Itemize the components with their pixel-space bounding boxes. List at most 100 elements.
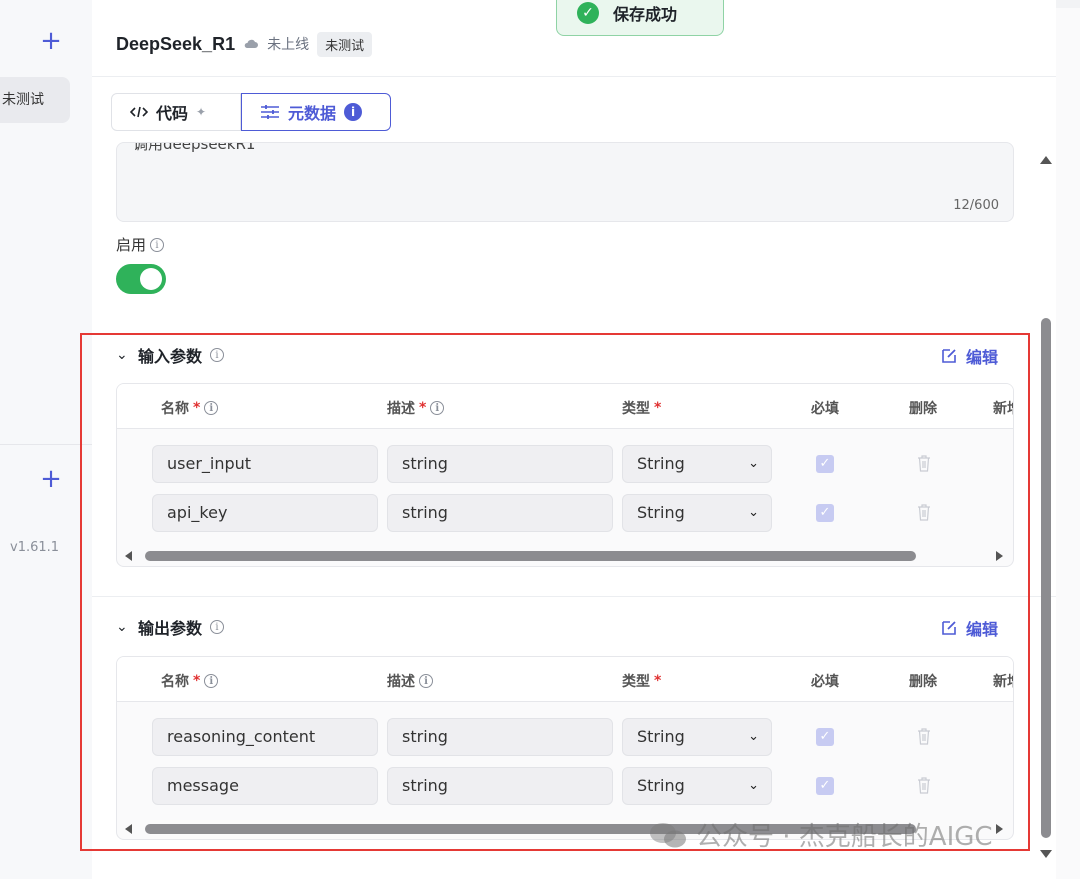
enable-toggle[interactable]	[116, 264, 166, 294]
col-add: 新增	[993, 674, 1013, 690]
description-text: 调用deepseekR1	[133, 142, 256, 153]
input-edit-label: 编辑	[966, 348, 999, 367]
table-row: user_input string String ⌄ ✓	[117, 439, 1013, 488]
output-params-title: 输出参数	[138, 619, 203, 638]
output-edit-button[interactable]: 编辑	[940, 616, 998, 640]
col-type: 类型 *	[622, 400, 662, 417]
trash-icon[interactable]	[917, 727, 931, 745]
char-count: 12/600	[953, 198, 999, 213]
col-delete: 删除	[909, 401, 937, 417]
enable-label-text: 启用	[116, 236, 147, 254]
col-required: 必填	[811, 401, 839, 417]
scroll-left-icon[interactable]	[125, 551, 132, 561]
table-row: api_key string String ⌄ ✓	[117, 488, 1013, 537]
check-circle-icon: ✓	[577, 2, 599, 24]
info-filled-icon: i	[344, 103, 363, 121]
info-icon: i	[204, 401, 219, 415]
col-delete: 删除	[909, 674, 937, 690]
trash-icon[interactable]	[917, 776, 931, 794]
tab-metadata[interactable]: 元数据 i	[241, 93, 391, 131]
info-icon: i	[419, 674, 433, 688]
info-icon[interactable]: i	[210, 620, 225, 634]
param-name-input[interactable]: user_input	[152, 445, 378, 483]
table-header: 名称*i 描述i 类型* 必填 删除 新增	[117, 657, 1013, 702]
input-params-table: 名称*i 描述*i 类型* 必填 删除 新增 user_input string…	[116, 383, 1014, 567]
toast-message: 保存成功	[613, 5, 678, 24]
param-type-select[interactable]: String ⌄	[622, 494, 772, 532]
page-title: DeepSeek_R1	[116, 33, 236, 54]
scroll-down-icon[interactable]	[1040, 850, 1052, 858]
scroll-right-icon[interactable]	[996, 824, 1003, 834]
param-name-input[interactable]: reasoning_content	[152, 718, 378, 756]
publish-status: 未上线	[267, 37, 310, 53]
param-name-input[interactable]: message	[152, 767, 378, 805]
cloud-icon	[244, 39, 259, 48]
output-params-table: 名称*i 描述i 类型* 必填 删除 新增 reasoning_content …	[116, 656, 1014, 840]
type-value: String	[637, 727, 685, 746]
header-divider	[92, 76, 1056, 77]
param-desc-input[interactable]: string	[387, 445, 613, 483]
chevron-down-icon: ⌄	[748, 505, 759, 520]
output-edit-label: 编辑	[966, 620, 999, 639]
info-icon: i	[204, 674, 219, 688]
description-textarea[interactable]: 调用deepseekR1 12/600	[116, 142, 1014, 222]
sparkle-icon: ✦	[196, 105, 207, 119]
required-checkbox[interactable]: ✓	[816, 728, 834, 746]
type-value: String	[637, 503, 685, 522]
info-icon: i	[430, 401, 445, 415]
col-add: 新增	[993, 401, 1013, 417]
type-value: String	[637, 776, 685, 795]
required-checkbox[interactable]: ✓	[816, 504, 834, 522]
scroll-right-icon[interactable]	[996, 551, 1003, 561]
watermark: 公众号 · 杰克船长的AIGC	[648, 816, 993, 853]
param-type-select[interactable]: String ⌄	[622, 445, 772, 483]
input-edit-button[interactable]: 编辑	[940, 344, 998, 368]
required-checkbox[interactable]: ✓	[816, 455, 834, 473]
horizontal-scrollbar[interactable]	[117, 546, 1013, 566]
info-icon[interactable]: i	[210, 348, 225, 362]
chevron-down-icon: ⌄	[748, 729, 759, 744]
enable-label: 启用 i	[116, 234, 165, 255]
tab-code[interactable]: 代码 ✦	[111, 93, 241, 131]
add-version-icon[interactable]: +	[38, 466, 64, 492]
success-toast: ✓ 保存成功	[556, 0, 724, 36]
edit-icon	[942, 349, 956, 363]
right-gutter	[1056, 8, 1080, 879]
table-row: reasoning_content string String ⌄ ✓	[117, 712, 1013, 761]
trash-icon[interactable]	[917, 454, 931, 472]
input-params-title: 输入参数	[138, 347, 203, 366]
tab-code-label: 代码	[156, 104, 189, 123]
col-name: 名称 * i	[161, 671, 219, 691]
version-label: v1.61.1	[10, 540, 60, 555]
input-params-header[interactable]: ⌄ 输入参数 i	[116, 343, 225, 367]
sidebar-status-badge[interactable]: 未测试	[0, 77, 70, 123]
watermark-text: 公众号 · 杰克船长的AIGC	[696, 822, 993, 852]
info-icon[interactable]: i	[150, 237, 165, 252]
param-desc-input[interactable]: string	[387, 767, 613, 805]
chevron-down-icon: ⌄	[748, 456, 759, 471]
scroll-up-icon[interactable]	[1040, 156, 1052, 164]
scroll-left-icon[interactable]	[125, 824, 132, 834]
chevron-down-icon[interactable]: ⌄	[116, 619, 130, 635]
output-params-header[interactable]: ⌄ 输出参数 i	[116, 615, 225, 639]
required-checkbox[interactable]: ✓	[816, 777, 834, 795]
add-icon[interactable]: +	[38, 28, 64, 54]
sidebar-status-label: 未测试	[2, 92, 44, 108]
table-header: 名称*i 描述*i 类型* 必填 删除 新增	[117, 384, 1013, 429]
trash-icon[interactable]	[917, 503, 931, 521]
param-type-select[interactable]: String ⌄	[622, 767, 772, 805]
param-type-select[interactable]: String ⌄	[622, 718, 772, 756]
param-name-input[interactable]: api_key	[152, 494, 378, 532]
code-icon	[130, 106, 148, 118]
vertical-scrollbar-thumb[interactable]	[1041, 318, 1051, 838]
tab-metadata-label: 元数据	[288, 104, 337, 123]
col-desc: 描述 * i	[387, 398, 445, 418]
tab-bar: 代码 ✦ 元数据 i	[111, 93, 391, 131]
wechat-icon	[650, 822, 686, 847]
rail-divider	[0, 444, 92, 445]
chevron-down-icon[interactable]: ⌄	[116, 347, 130, 363]
param-desc-input[interactable]: string	[387, 494, 613, 532]
section-divider	[92, 596, 1056, 597]
scrollbar-thumb[interactable]	[145, 551, 916, 561]
param-desc-input[interactable]: string	[387, 718, 613, 756]
